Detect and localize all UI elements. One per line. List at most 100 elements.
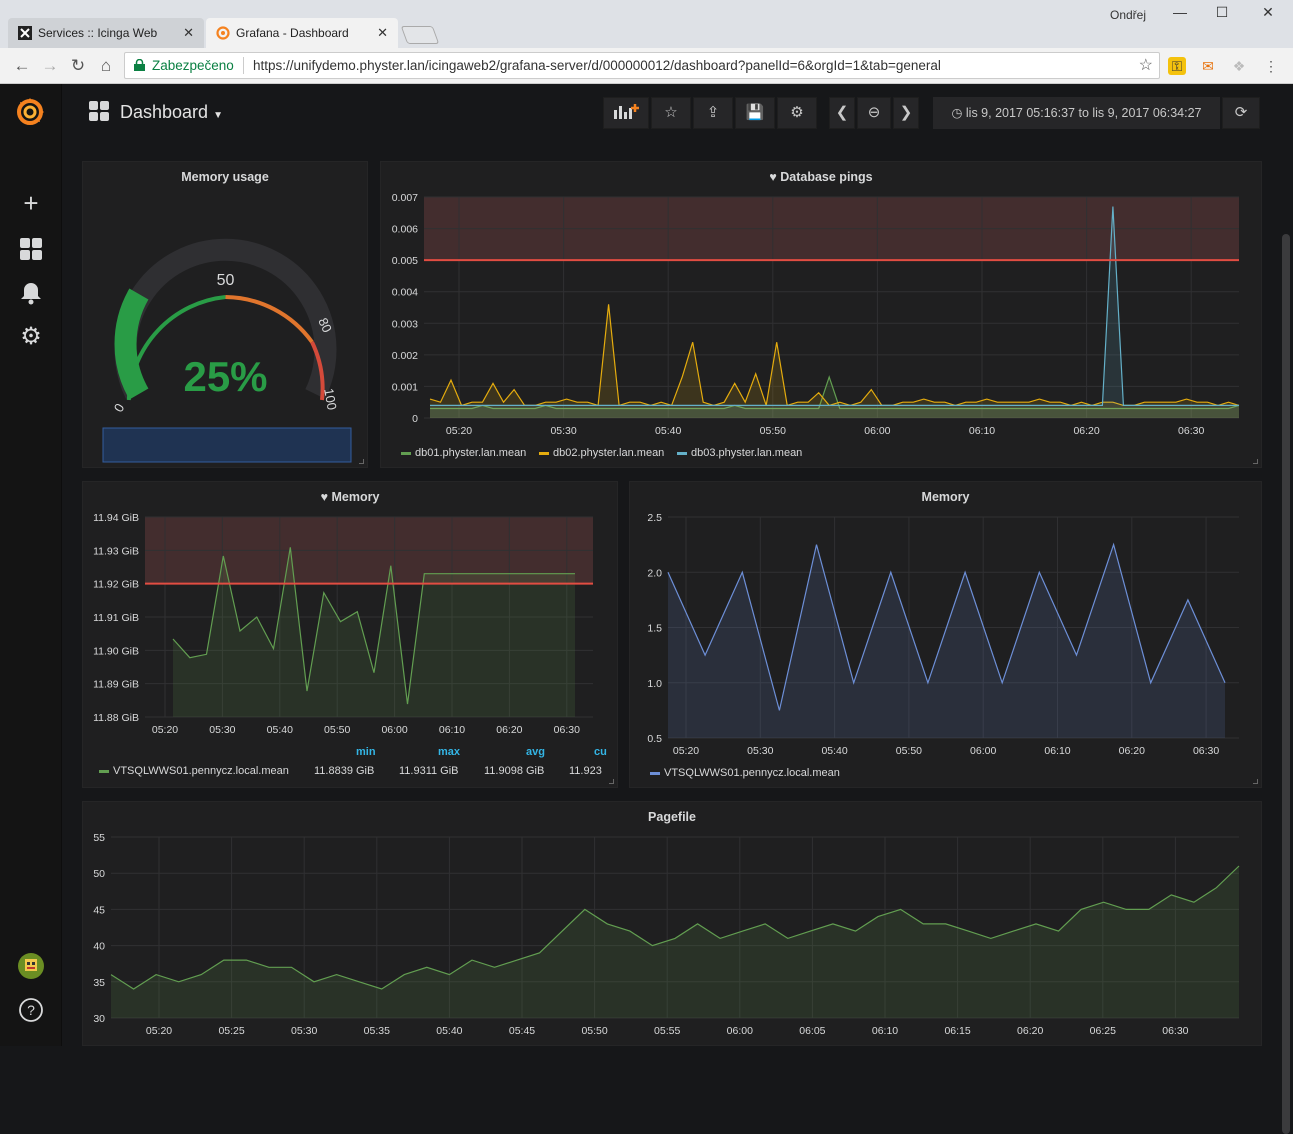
- maximize-icon[interactable]: ☐: [1210, 4, 1234, 26]
- dashboard-title: Dashboard: [120, 102, 209, 122]
- panel-resize-handle[interactable]: [609, 779, 614, 784]
- time-range-picker[interactable]: ◷ lis 9, 2017 05:16:37 to lis 9, 2017 06…: [933, 97, 1220, 129]
- legend-item-db02[interactable]: db02.physter.lan.mean: [539, 447, 664, 459]
- y-tick-label: 30: [93, 1013, 105, 1025]
- x-tick-label: 05:50: [760, 425, 786, 437]
- panel-memory-left[interactable]: ♥ Memory 11.88 GiB 11.89 GiB 11.90 GiB 11.9…: [82, 481, 618, 788]
- memory-left-chart: 11.88 GiB 11.89 GiB 11.90 GiB 11.91 GiB 11.9…: [93, 512, 593, 736]
- gauge-tick-50: 50: [217, 272, 235, 289]
- x-tick-label: 05:40: [436, 1025, 462, 1037]
- y-tick-label: 0.5: [647, 733, 662, 745]
- configuration-gear-icon[interactable]: ⚙: [18, 324, 44, 350]
- legend-item-db01[interactable]: db01.physter.lan.mean: [401, 447, 526, 459]
- panel-resize-handle[interactable]: [1253, 779, 1258, 784]
- legend-header-min[interactable]: min: [356, 746, 376, 758]
- panel-resize-handle[interactable]: [359, 459, 364, 464]
- url-text[interactable]: https://unifydemo.physter.lan/icingaweb2…: [253, 53, 941, 78]
- x-tick-label: 06:20: [1073, 425, 1099, 437]
- legend-header-max[interactable]: max: [438, 746, 460, 758]
- panel-memory-usage[interactable]: Memory usage 0 50 80 100 25%: [82, 161, 368, 468]
- grafana-main: Dashboard ▼ ☆ ⇪ 💾 ⚙ ❮ ⊖ ❯ ◷ lis 9, 2017 …: [62, 84, 1293, 1134]
- y-tick-label: 0: [412, 413, 418, 425]
- close-tab-icon[interactable]: ✕: [377, 18, 388, 48]
- x-tick-label: 06:30: [1178, 425, 1204, 437]
- y-tick-label: 1.0: [647, 678, 662, 690]
- legend-value-avg: 11.9098 GiB: [484, 765, 545, 777]
- page-scrollbar[interactable]: [1282, 234, 1290, 1134]
- chevron-right-icon: ❯: [899, 104, 913, 121]
- x-tick-label: 06:30: [1162, 1025, 1188, 1037]
- x-tick-label: 06:25: [1090, 1025, 1116, 1037]
- legend-header-current[interactable]: cu: [594, 746, 607, 758]
- user-avatar[interactable]: [18, 953, 44, 979]
- x-tick-label: 06:10: [1044, 745, 1070, 757]
- back-icon[interactable]: ←: [10, 54, 34, 78]
- dropbox-icon[interactable]: ❖: [1230, 57, 1248, 75]
- y-tick-label: 11.94 GiB: [93, 512, 139, 524]
- legend-header-avg[interactable]: avg: [526, 746, 545, 758]
- dashboards-icon[interactable]: [18, 236, 44, 262]
- new-tab-button[interactable]: [400, 26, 440, 44]
- home-icon[interactable]: ⌂: [94, 54, 118, 78]
- refresh-icon: ⟳: [1234, 104, 1248, 121]
- browser-user[interactable]: Ondřej: [1110, 8, 1146, 22]
- x-tick-label: 05:30: [291, 1025, 317, 1037]
- legend-item-db03[interactable]: db03.physter.lan.mean: [677, 447, 802, 459]
- y-tick-label: 55: [93, 832, 105, 844]
- share-icon: ⇪: [706, 104, 720, 121]
- y-tick-label: 2.5: [647, 512, 662, 524]
- gauge-tick-0: 0: [111, 401, 128, 415]
- minimize-icon[interactable]: —: [1168, 4, 1192, 26]
- close-tab-icon[interactable]: ✕: [183, 18, 194, 48]
- panel-resize-handle[interactable]: [1253, 459, 1258, 464]
- panel-database-pings[interactable]: ♥ Database pings 0 0.001 0.002 0.003 0.004 0.…: [380, 161, 1262, 468]
- browser-menu-icon[interactable]: ⋮: [1262, 57, 1280, 75]
- reload-icon[interactable]: ↻: [66, 54, 90, 78]
- x-tick-label: 06:20: [1119, 745, 1145, 757]
- y-tick-label: 0.004: [392, 287, 418, 299]
- save-button[interactable]: 💾: [735, 97, 775, 129]
- add-panel-button[interactable]: [603, 97, 649, 129]
- extension-icon[interactable]: ⚿: [1168, 57, 1186, 75]
- legend-item-vtsqlwws01[interactable]: VTSQLWWS01.pennycz.local.mean: [99, 765, 289, 777]
- x-tick-label: 06:00: [970, 745, 996, 757]
- forward-icon[interactable]: →: [38, 54, 62, 78]
- share-button[interactable]: ⇪: [693, 97, 733, 129]
- y-tick-label: 40: [93, 941, 105, 953]
- address-bar[interactable]: Zabezpečeno https://unifydemo.physter.la…: [124, 52, 1160, 79]
- gauge-chart: 0 50 80 100 25%: [102, 238, 352, 463]
- add-icon[interactable]: +: [18, 190, 44, 216]
- x-tick-label: 05:50: [896, 745, 922, 757]
- time-back-button[interactable]: ❮: [829, 97, 855, 129]
- browser-toolbar: ← → ↻ ⌂ Zabezpečeno https://unifydemo.ph…: [0, 48, 1293, 84]
- add-panel-icon: [614, 104, 639, 119]
- tab-icinga[interactable]: Services :: Icinga Web ✕: [8, 18, 204, 48]
- refresh-button[interactable]: ⟳: [1222, 97, 1260, 129]
- y-tick-label: 11.89 GiB: [93, 679, 139, 691]
- y-tick-label: 0.007: [392, 192, 418, 204]
- legend-item-vtsqlwws01[interactable]: VTSQLWWS01.pennycz.local.mean: [650, 767, 840, 779]
- panel-memory-right[interactable]: Memory 0.5 1.0 1.5 2.0 2.5 05:20 05:30 05:40 05:…: [629, 481, 1262, 788]
- alerting-bell-icon[interactable]: [18, 280, 44, 306]
- x-tick-label: 06:20: [496, 724, 522, 736]
- tab-grafana[interactable]: Grafana - Dashboard ✕: [206, 18, 398, 48]
- panel-pagefile[interactable]: Pagefile 30 35 40 45 50 55 05:20 05:25 05:30 05:3…: [82, 801, 1262, 1046]
- gauge-value: 25%: [183, 353, 267, 400]
- time-forward-button[interactable]: ❯: [893, 97, 919, 129]
- window-close-icon[interactable]: ✕: [1256, 4, 1280, 26]
- tab-label: Grafana - Dashboard: [236, 26, 349, 40]
- star-dashboard-button[interactable]: ☆: [651, 97, 691, 129]
- y-tick-label: 0.002: [392, 350, 418, 362]
- grafana-logo-icon[interactable]: [14, 96, 46, 128]
- series-area: [111, 866, 1239, 1018]
- dashboard-picker[interactable]: Dashboard ▼: [88, 100, 223, 123]
- mail-icon[interactable]: ✉: [1199, 57, 1217, 75]
- x-tick-label: 05:30: [747, 745, 773, 757]
- security-label: Zabezpečeno: [152, 58, 234, 73]
- help-icon[interactable]: ?: [18, 997, 44, 1023]
- zoom-out-button[interactable]: ⊖: [857, 97, 891, 129]
- bookmark-star-icon[interactable]: ☆: [1139, 53, 1153, 78]
- settings-button[interactable]: ⚙: [777, 97, 817, 129]
- x-tick-label: 06:15: [944, 1025, 970, 1037]
- y-tick-label: 0.006: [392, 224, 418, 236]
